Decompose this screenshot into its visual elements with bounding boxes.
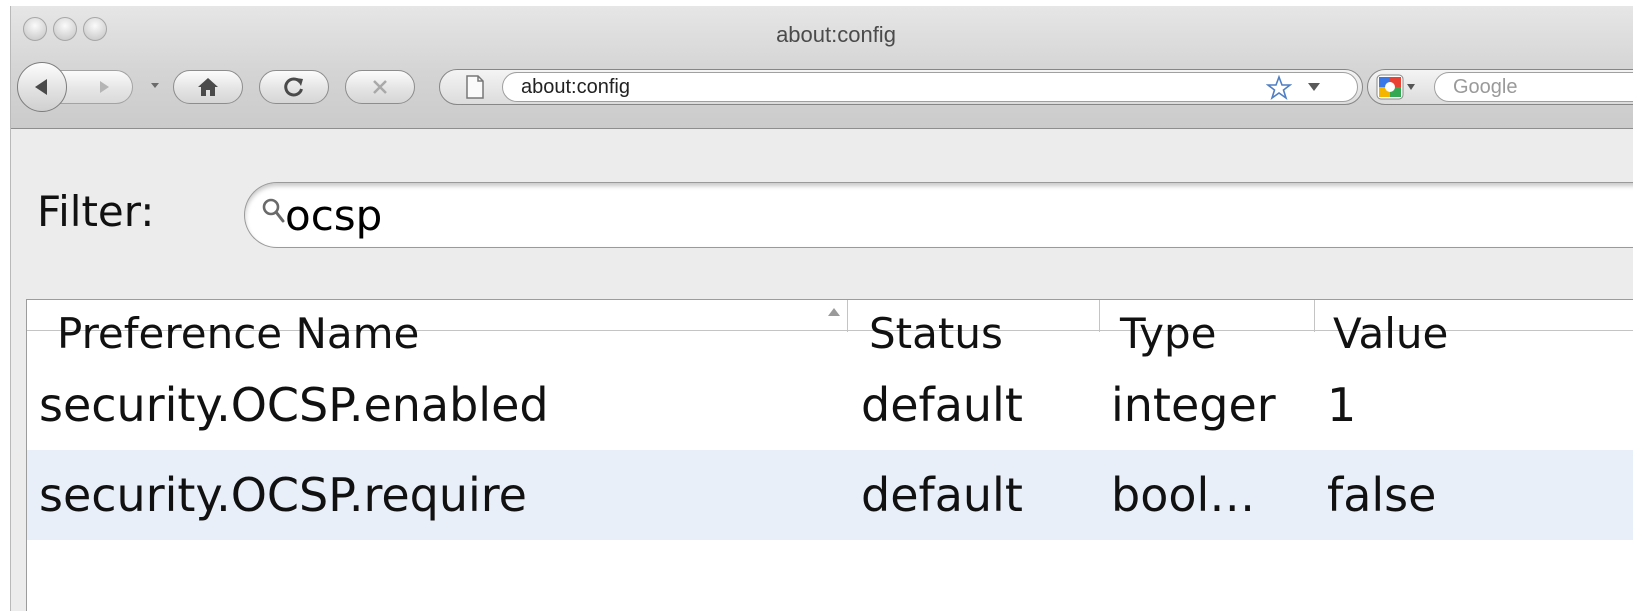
column-separator[interactable] — [1314, 300, 1315, 332]
column-header-value[interactable]: Value — [1323, 303, 1633, 360]
table-row-selected[interactable]: security.OCSP.require default bool… fals… — [27, 450, 1633, 540]
reload-button[interactable] — [259, 70, 329, 104]
page-content: Filter: Preference Name Status Type Valu — [11, 129, 1633, 611]
home-icon — [198, 78, 218, 96]
filter-field[interactable] — [244, 182, 1633, 248]
value-cell: 1 — [1327, 378, 1357, 432]
column-header-preference-name[interactable]: Preference Name — [47, 303, 847, 360]
back-icon — [35, 79, 47, 95]
sort-ascending-icon — [828, 308, 840, 316]
browser-window: about:config about:config Google Filter:… — [10, 6, 1633, 611]
search-engine-button[interactable] — [1376, 73, 1422, 101]
table-row[interactable]: security.OCSP.enabled default integer 1 — [27, 360, 1633, 450]
search-engine-dropdown-icon — [1407, 84, 1415, 90]
column-separator[interactable] — [847, 300, 848, 332]
status-cell: default — [861, 378, 1023, 432]
column-separator[interactable] — [1099, 300, 1100, 332]
table-header: Preference Name Status Type Value — [27, 300, 1633, 360]
preferences-table[interactable]: Preference Name Status Type Value securi… — [26, 299, 1633, 611]
type-cell: bool… — [1111, 468, 1256, 522]
reload-icon — [284, 77, 303, 97]
history-dropdown-icon[interactable] — [151, 81, 159, 89]
window-title: about:config — [776, 22, 896, 47]
value-cell: false — [1327, 468, 1437, 522]
url-bar[interactable]: about:config — [439, 69, 1363, 105]
search-bar[interactable]: Google — [1367, 69, 1633, 105]
site-identity-button[interactable] — [440, 70, 510, 104]
back-forward-group — [17, 62, 147, 112]
google-icon — [1376, 74, 1404, 100]
type-cell: integer — [1111, 378, 1276, 432]
url-dropdown-icon[interactable] — [1308, 82, 1320, 92]
stop-button[interactable] — [345, 70, 415, 104]
browser-chrome: about:config about:config Google — [11, 6, 1633, 129]
search-icon — [262, 198, 285, 223]
filter-input[interactable] — [285, 183, 1185, 247]
column-header-type[interactable]: Type — [1110, 303, 1310, 360]
stop-icon — [373, 80, 387, 94]
status-cell: default — [861, 468, 1023, 522]
filter-label: Filter: — [37, 187, 155, 236]
star-icon[interactable] — [1266, 75, 1292, 101]
search-input[interactable]: Google — [1434, 72, 1633, 102]
url-input[interactable]: about:config — [502, 72, 1358, 102]
home-button[interactable] — [173, 70, 243, 104]
back-button[interactable] — [17, 62, 67, 112]
forward-icon — [100, 81, 109, 93]
column-header-status[interactable]: Status — [859, 303, 1099, 360]
preference-name-cell: security.OCSP.enabled — [39, 378, 549, 432]
preference-name-cell: security.OCSP.require — [39, 468, 527, 522]
document-icon — [466, 75, 484, 99]
